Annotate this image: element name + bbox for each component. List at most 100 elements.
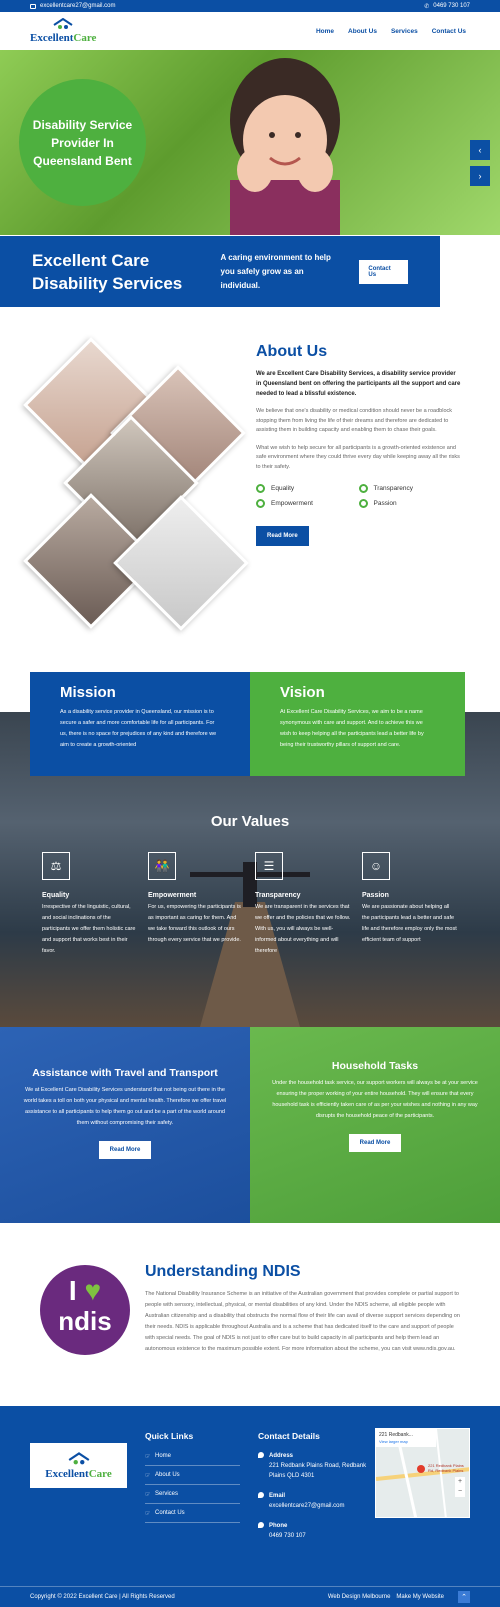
vision-box: Vision At Excellent Care Disability Serv… [250, 672, 465, 776]
service-title: Assistance with Travel and Transport [32, 1067, 218, 1079]
house-logo-icon [53, 18, 73, 29]
phone-icon [258, 1522, 264, 1528]
value-item: Transparency [358, 484, 462, 493]
value-card: 👫 Empowerment For us, empowering the par… [148, 852, 244, 946]
nav-contact-us[interactable]: Contact Us [432, 28, 466, 35]
value-item: Empowerment [256, 499, 359, 508]
about-title: About Us [256, 343, 328, 360]
services-section: Assistance with Travel and Transport We … [0, 1027, 500, 1223]
footer-link-about-us[interactable]: About Us [145, 1466, 240, 1485]
value-card-text: We are passionate about helping all the … [362, 904, 457, 943]
chevron-up-icon: ⌃ [461, 1594, 467, 1601]
hero-image [230, 58, 340, 235]
topbar-phone[interactable]: ✆ 0469 730 107 [424, 3, 470, 10]
copyright-text: Copyright © 2022 Excellent Care | All Ri… [30, 1594, 175, 1600]
back-to-top-button[interactable]: ⌃ [458, 1591, 470, 1603]
ndis-logo: I ♥ ndis [40, 1265, 130, 1355]
logo-text: ExcellentCare [45, 1467, 112, 1480]
value-card-title: Equality [42, 892, 70, 899]
chevron-right-icon: › [478, 171, 482, 181]
about-content: About Us We are Excellent Care Disabilit… [256, 343, 461, 546]
house-logo-icon [68, 1451, 89, 1464]
service-read-more-button[interactable]: Read More [98, 1141, 152, 1159]
location-pin-icon [258, 1452, 264, 1458]
slider-prev-button[interactable]: ‹ [470, 140, 490, 160]
hero-slider: Disability Service Provider In Queenslan… [0, 50, 500, 235]
copyright-bar: Copyright © 2022 Excellent Care | All Ri… [0, 1586, 500, 1607]
ndis-section: I ♥ ndis Understanding NDIS The National… [0, 1223, 500, 1406]
service-text: Under the household task service, our su… [272, 1080, 478, 1119]
about-values-list: Equality Transparency Empowerment Passio… [256, 484, 461, 508]
slider-next-button[interactable]: › [470, 166, 490, 186]
contact-phone[interactable]: Phone 0469 730 107 [258, 1521, 368, 1541]
wheelchair-icon [256, 499, 265, 508]
footer-link-home[interactable]: Home [145, 1447, 240, 1466]
contact-details: Contact Details Address 221 Redbank Plain… [258, 1431, 368, 1541]
service-card-household: Household Tasks Under the household task… [250, 1027, 500, 1223]
credits: Web Design Melbourne Make My Website ⌃ [328, 1591, 470, 1603]
vision-text: At Excellent Care Disability Services, w… [280, 709, 424, 748]
nav-services[interactable]: Services [391, 28, 418, 35]
phone-icon: ✆ [424, 3, 430, 10]
contact-us-button[interactable]: Contact Us [359, 259, 408, 284]
credit-link[interactable]: Web Design Melbourne [328, 1594, 391, 1600]
about-read-more-button[interactable]: Read More [256, 526, 309, 546]
our-values-title: Our Values [210, 813, 290, 830]
hero-banner: Excellent Care Disability Services A car… [0, 236, 440, 307]
wheelchair-icon [358, 499, 368, 508]
logo-text: ExcellentCare [30, 32, 97, 44]
value-card: ⚖ Equality Irrespective of the linguisti… [42, 852, 138, 957]
hero-circle-text: Disability Service Provider In Queenslan… [19, 79, 146, 206]
wheelchair-icon [256, 484, 265, 493]
people-icon: 👫 [148, 852, 176, 880]
map-zoom-controls[interactable]: + − [455, 1477, 465, 1497]
map-place-label: 221 Redbank... [379, 1432, 413, 1438]
topbar-email[interactable]: excellentcare27@gmail.com [30, 3, 115, 9]
mail-icon [30, 3, 36, 9]
quick-links: Quick Links Home About Us Services Conta… [145, 1431, 240, 1523]
wheelchair-icon [358, 484, 368, 493]
main-nav: Home About Us Services Contact Us [316, 28, 466, 35]
footer-link-services[interactable]: Services [145, 1485, 240, 1504]
contact-address: Address 221 Redbank Plains Road, Redbank … [258, 1451, 368, 1481]
contact-details-title: Contact Details [258, 1431, 320, 1441]
site-footer: ExcellentCare Quick Links Home About Us … [0, 1406, 500, 1586]
footer-logo[interactable]: ExcellentCare [30, 1443, 127, 1488]
footer-link-contact-us[interactable]: Contact Us [145, 1504, 240, 1523]
map-embed[interactable]: 221 Redbank... View larger map 221 Redba… [375, 1428, 470, 1518]
chevron-left-icon: ‹ [478, 145, 482, 155]
value-card: ☰ Transparency We are transparent in the… [255, 852, 351, 957]
mail-icon [258, 1492, 264, 1498]
top-bar: excellentcare27@gmail.com ✆ 0469 730 107 [0, 0, 500, 12]
service-title: Household Tasks [331, 1060, 419, 1072]
about-lead: We are Excellent Care Disability Service… [256, 371, 461, 397]
about-paragraph: What we wish to help secure for all part… [256, 444, 460, 470]
view-larger-map-link[interactable]: View larger map [379, 1439, 408, 1444]
service-card-travel: Assistance with Travel and Transport We … [0, 1027, 250, 1223]
ndis-content: Understanding NDIS The National Disabili… [145, 1263, 465, 1355]
value-card-text: For us, empowering the participants is a… [148, 904, 241, 943]
nav-about-us[interactable]: About Us [348, 28, 377, 35]
mission-box: Mission As a disability service provider… [30, 672, 250, 776]
site-header: ExcellentCare Home About Us Services Con… [0, 12, 500, 50]
about-image-collage [23, 337, 249, 637]
hero-banner-title: Excellent Care Disability Services [32, 250, 183, 293]
map-pin-label: 221 Redbank Plains Rd, Redbank Plains [428, 1463, 464, 1473]
value-card-title: Empowerment [148, 892, 197, 899]
value-card-title: Transparency [255, 892, 301, 899]
site-logo[interactable]: ExcellentCare [30, 18, 96, 44]
service-text: We at Excellent Care Disability Services… [23, 1087, 227, 1126]
service-read-more-button[interactable]: Read More [348, 1134, 402, 1152]
ndis-text: The National Disability Insurance Scheme… [145, 1291, 460, 1352]
contact-email[interactable]: Email excellentcare27@gmail.com [258, 1491, 368, 1511]
value-card-text: Irrespective of the linguistic, cultural… [42, 904, 136, 954]
value-item: Equality [256, 484, 359, 493]
person-icon: ☺ [362, 852, 390, 880]
value-card: ☺ Passion We are passionate about helpin… [362, 852, 458, 946]
document-icon: ☰ [255, 852, 283, 880]
nav-home[interactable]: Home [316, 28, 334, 35]
hero-banner-text: A caring environment to help you safely … [220, 252, 331, 290]
credit-link-2[interactable]: Make My Website [396, 1594, 444, 1600]
quick-links-title: Quick Links [145, 1431, 194, 1441]
scales-icon: ⚖ [42, 852, 70, 880]
